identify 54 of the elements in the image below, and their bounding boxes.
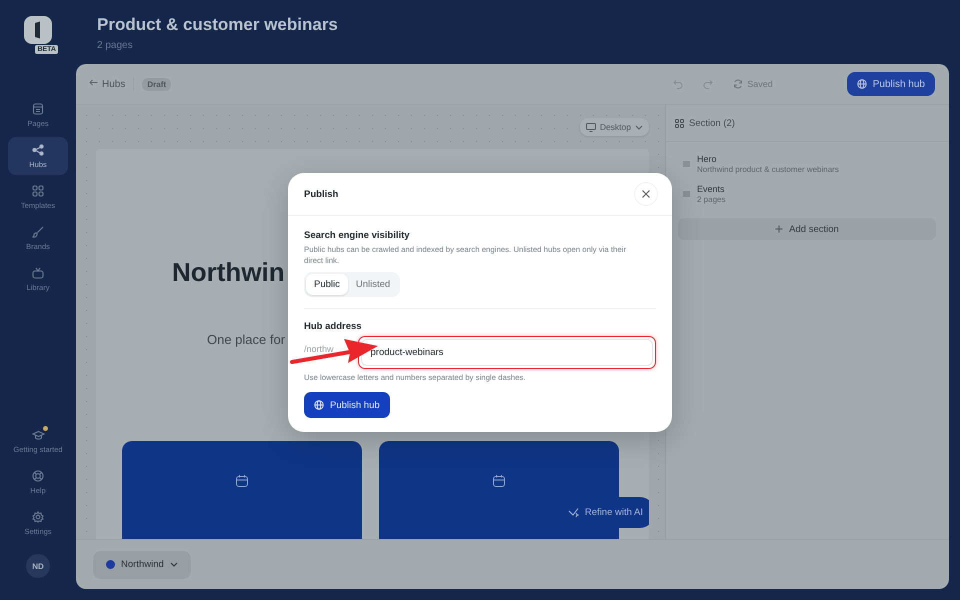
- visibility-option[interactable]: Public: [306, 274, 348, 295]
- back-arrow-icon: [89, 78, 98, 86]
- graduation-cap-icon: [32, 428, 44, 440]
- grid-icon: [32, 184, 44, 196]
- address-field[interactable]: product-webinars: [358, 336, 656, 369]
- monitor-icon: [586, 122, 596, 132]
- tv-icon: [32, 266, 44, 278]
- globe-icon: [314, 400, 324, 410]
- hero-subtitle: One place for: [207, 332, 286, 347]
- sync-icon: [733, 79, 744, 89]
- device-dropdown[interactable]: Desktop: [580, 118, 649, 136]
- share-icon: [32, 144, 44, 156]
- logo-icon: [24, 16, 52, 44]
- grid-icon: [675, 118, 684, 128]
- publish-hub-button[interactable]: Publish hub: [304, 392, 390, 418]
- calendar-icon: [492, 474, 506, 488]
- back-link[interactable]: Hubs: [89, 78, 126, 90]
- section-detail: 2 pages: [697, 195, 726, 204]
- redo-icon[interactable]: [703, 79, 714, 89]
- brand-dropdown[interactable]: Northwind: [93, 550, 191, 578]
- address-label: Hub address: [304, 321, 363, 332]
- drag-handle-icon: [683, 161, 690, 167]
- chevron-down-icon: [635, 124, 643, 130]
- plus-icon: [775, 225, 784, 233]
- hero-title: Northwin: [172, 257, 285, 288]
- page-subtitle: 2 pages: [97, 40, 134, 51]
- lifebuoy-icon: [32, 470, 44, 482]
- visibility-heading: Search engine visibility: [304, 230, 411, 241]
- globe-icon: [856, 79, 867, 89]
- close-button[interactable]: [635, 183, 657, 205]
- sparkle-icon: [568, 507, 579, 518]
- settings-icon: [32, 510, 44, 522]
- pages-icon: [32, 102, 44, 114]
- sections-header: Section (2): [666, 105, 949, 142]
- visibility-option[interactable]: Unlisted: [348, 274, 398, 295]
- brand-color-dot: [106, 560, 115, 569]
- section-item[interactable]: Hero Northwind product & customer webinars: [678, 154, 936, 174]
- publish-button[interactable]: Publish hub: [846, 72, 935, 96]
- calendar-icon: [235, 474, 249, 488]
- close-icon: [642, 190, 650, 198]
- add-section-button[interactable]: Add section: [678, 218, 936, 240]
- address-prefix: /northw: [304, 344, 334, 354]
- section-item[interactable]: Events 2 pages: [678, 184, 936, 204]
- user-avatar[interactable]: ND: [26, 554, 50, 578]
- chevron-down-icon: [170, 562, 178, 567]
- drag-handle-icon: [683, 191, 690, 197]
- dialog-title: Publish: [304, 188, 338, 200]
- section-name: Hero: [697, 154, 718, 164]
- undo-icon[interactable]: [673, 79, 684, 89]
- brush-icon: [32, 226, 44, 238]
- page-title: Product & customer webinars: [97, 15, 339, 35]
- status-badge: Draft: [142, 78, 172, 90]
- section-name: Events: [697, 184, 726, 194]
- section-detail: Northwind product & customer webinars: [697, 165, 839, 174]
